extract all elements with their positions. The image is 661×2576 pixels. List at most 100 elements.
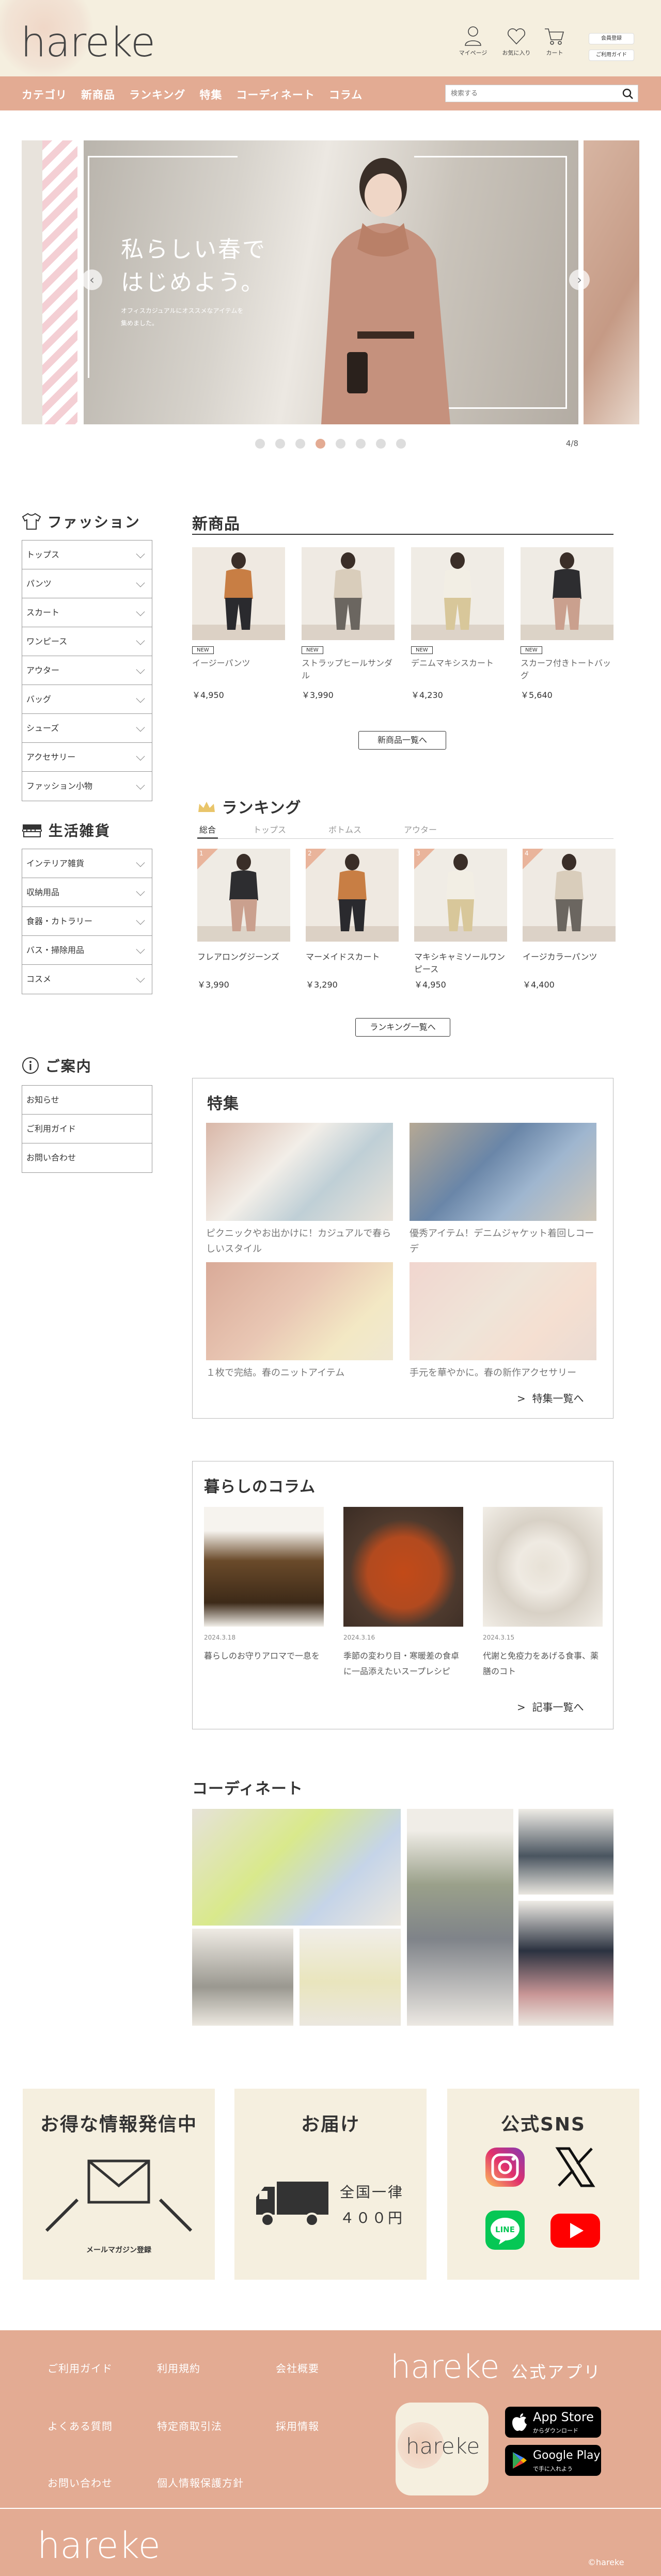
fashion-category-item[interactable]: ファッション小物: [22, 772, 152, 801]
feature-card[interactable]: ピクニックやお出かけに！カジュアルで春らしいスタイル: [206, 1123, 393, 1257]
x-twitter-icon[interactable]: [554, 2145, 597, 2189]
search-input[interactable]: [446, 85, 611, 102]
life-category-item[interactable]: 食器・カトラリー: [22, 907, 152, 936]
newsletter-box[interactable]: お得な情報発信中 メールマガジン登録: [23, 2089, 215, 2280]
googleplay-button[interactable]: Google Play で手に入れよう: [505, 2445, 601, 2476]
carousel-dot[interactable]: [396, 439, 406, 449]
coordinate-photo[interactable]: [192, 1809, 401, 1926]
footer-link[interactable]: 利用規約: [157, 2360, 200, 2375]
youtube-icon[interactable]: [549, 2208, 601, 2252]
product-image: [302, 547, 395, 640]
mypage-link[interactable]: マイページ: [452, 26, 494, 57]
carousel-dot[interactable]: [356, 439, 366, 449]
product-card[interactable]: NEW スカーフ付きトートバッグ ￥5,640: [521, 547, 613, 701]
nav-item-coordinate[interactable]: コーディネート: [236, 87, 315, 102]
life-category-item[interactable]: インテリア雑貨: [22, 849, 152, 878]
appstore-button[interactable]: App Store からダウンロード: [505, 2407, 601, 2438]
product-card[interactable]: NEW ストラップヒールサンダル ￥3,990: [302, 547, 395, 701]
new-products-more-button[interactable]: 新商品一覧へ: [358, 731, 446, 750]
rank-number: 2: [308, 850, 312, 857]
footer-link[interactable]: 個人情報保護方針: [157, 2475, 244, 2490]
chevron-right-icon: >: [517, 1392, 532, 1405]
sidebar-info-heading: ご案内: [22, 1055, 92, 1076]
ranking-tab[interactable]: ボトムス: [328, 823, 361, 835]
info-link-item[interactable]: お知らせ: [22, 1086, 152, 1115]
life-category-item[interactable]: 収納用品: [22, 878, 152, 907]
feature-card[interactable]: 手元を華やかに。春の新作アクセサリー: [410, 1262, 596, 1381]
feature-card[interactable]: 優秀アイテム！デニムジャケット着回しコーデ: [410, 1123, 596, 1257]
line-icon[interactable]: LINE: [483, 2208, 527, 2252]
feature-caption: 手元を華やかに。春の新作アクセサリー: [410, 1367, 577, 1378]
footer-link[interactable]: ご利用ガイド: [48, 2360, 113, 2375]
info-link-item[interactable]: お問い合わせ: [22, 1143, 152, 1172]
feature-caption: ピクニックやお出かけに！カジュアルで春らしいスタイル: [206, 1228, 391, 1254]
nav-item-feature[interactable]: 特集: [199, 87, 222, 102]
ranking-more-button[interactable]: ランキング一覧へ: [355, 1018, 450, 1037]
rank-number: 4: [525, 850, 529, 857]
footer-link[interactable]: お問い合わせ: [48, 2475, 113, 2490]
coordinate-photo[interactable]: [518, 1901, 613, 2026]
search-icon[interactable]: [622, 88, 634, 100]
fashion-category-item[interactable]: アクセサリー: [22, 743, 152, 772]
features-more-link[interactable]: > 特集一覧へ: [517, 1390, 584, 1405]
fashion-category-item[interactable]: スカート: [22, 598, 152, 627]
coordinate-photo[interactable]: [192, 1929, 293, 2026]
fashion-category-item-label: パンツ: [26, 579, 52, 589]
carousel-dot[interactable]: [255, 439, 265, 449]
ranking-card[interactable]: 3 マキシキャミソールワンピース ￥4,950: [414, 849, 507, 990]
fashion-category-item[interactable]: パンツ: [22, 569, 152, 598]
nav-item-category[interactable]: カテゴリ: [22, 87, 67, 102]
chevron-down-icon: [136, 549, 145, 559]
coordinate-photo[interactable]: [518, 1809, 613, 1895]
fashion-category-item[interactable]: トップス: [22, 540, 152, 569]
fashion-category-item[interactable]: アウター: [22, 656, 152, 685]
ranking-tab[interactable]: トップス: [253, 823, 286, 835]
carousel-dot[interactable]: [376, 439, 386, 449]
column-card[interactable]: 2024.3.15 代謝と免疫力をあげる食事、薬膳のコト: [483, 1507, 603, 1679]
nav-item-new[interactable]: 新商品: [81, 87, 115, 102]
ranking-card[interactable]: 4 イージカラーパンツ ￥4,400: [523, 849, 616, 990]
nav-item-column[interactable]: コラム: [329, 87, 363, 102]
carousel-dot[interactable]: [275, 439, 285, 449]
info-icon: [22, 1057, 39, 1074]
life-category-item[interactable]: コスメ: [22, 965, 152, 994]
coordinate-photo[interactable]: [407, 1809, 513, 2026]
footer-link[interactable]: 会社概要: [276, 2360, 319, 2375]
register-button[interactable]: 会員登録: [589, 33, 634, 44]
ranking-card[interactable]: 1 フレアロングジーンズ ￥3,990: [197, 849, 290, 990]
guide-button[interactable]: ご利用ガイド: [589, 50, 634, 61]
fashion-category-item[interactable]: シューズ: [22, 714, 152, 743]
search-box: [445, 85, 638, 102]
cart-link[interactable]: カート: [534, 26, 575, 57]
site-logo[interactable]: hareke: [21, 20, 155, 66]
columns-more-link[interactable]: > 記事一覧へ: [517, 1699, 584, 1714]
ranking-price: ￥4,950: [414, 980, 446, 990]
footer-link[interactable]: 特定商取引法: [157, 2418, 222, 2433]
column-card[interactable]: 2024.3.16 季節の変わり目・寒暖差の食卓に一品添えたいスープレシピ: [343, 1507, 463, 1679]
life-category-item[interactable]: バス・掃除用品: [22, 936, 152, 965]
nav-item-ranking[interactable]: ランキング: [129, 87, 185, 102]
product-card[interactable]: NEW デニムマキシスカート ￥4,230: [411, 547, 504, 701]
coordinate-photo[interactable]: [300, 1929, 401, 2026]
fashion-category-item-label: シューズ: [26, 723, 59, 733]
app-icon[interactable]: hareke: [396, 2403, 489, 2495]
product-card[interactable]: NEW イージーパンツ ￥4,950: [192, 547, 285, 701]
footer-link[interactable]: よくある質問: [48, 2418, 113, 2433]
ranking-tab[interactable]: アウター: [404, 823, 437, 835]
fashion-category-item[interactable]: ワンピース: [22, 627, 152, 656]
ranking-tab[interactable]: 総合: [199, 823, 216, 835]
carousel-dot[interactable]: [295, 439, 305, 449]
hero-slide[interactable]: 私らしい春で はじめよう。 オフィスカジュアルにオススメなアイテムを集めました。…: [84, 140, 578, 424]
footer-link[interactable]: 採用情報: [276, 2418, 319, 2433]
features-box: 特集 ピクニックやお出かけに！カジュアルで春らしいスタイル 優秀アイテム！デニムジ…: [192, 1078, 613, 1419]
carousel-dot[interactable]: [316, 439, 325, 449]
carousel-dot[interactable]: [336, 439, 345, 449]
next-arrow-icon[interactable]: ›: [569, 269, 590, 290]
feature-card[interactable]: １枚で完結。春のニットアイテム: [206, 1262, 393, 1381]
fashion-category-item[interactable]: バッグ: [22, 685, 152, 714]
column-card[interactable]: 2024.3.18 暮らしのお守りアロマで一息を: [204, 1507, 324, 1664]
ranking-card[interactable]: 2 マーメイドスカート ￥3,290: [306, 849, 399, 990]
favorites-link[interactable]: お気に入り: [496, 26, 537, 57]
instagram-icon[interactable]: [483, 2145, 527, 2189]
info-link-item[interactable]: ご利用ガイド: [22, 1115, 152, 1143]
